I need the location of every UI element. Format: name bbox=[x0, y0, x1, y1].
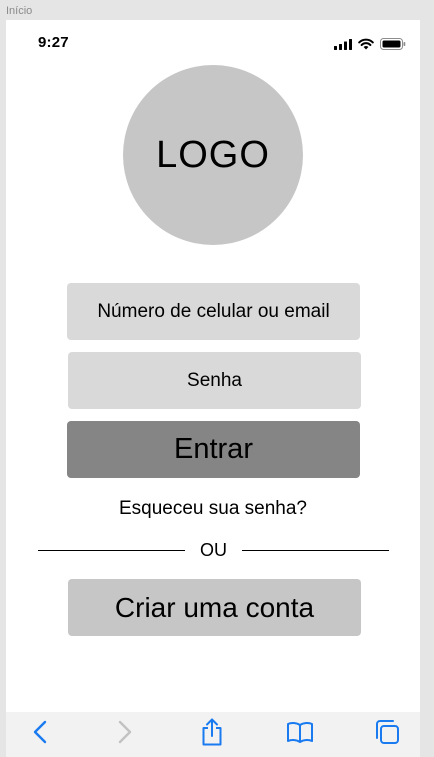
bookmarks-button[interactable] bbox=[278, 712, 322, 756]
signal-icon bbox=[334, 37, 352, 55]
forward-button[interactable] bbox=[103, 712, 147, 756]
back-icon bbox=[32, 719, 48, 750]
create-account-button[interactable]: Criar uma conta bbox=[68, 579, 361, 636]
wifi-icon bbox=[358, 37, 374, 55]
create-account-label: Criar uma conta bbox=[114, 591, 315, 623]
logo-text: LOGO bbox=[156, 133, 270, 176]
browser-toolbar bbox=[6, 712, 420, 757]
tabs-button[interactable] bbox=[365, 712, 409, 756]
password-input[interactable]: Senha bbox=[68, 352, 361, 409]
share-icon bbox=[200, 717, 224, 752]
enter-button-label: Entrar bbox=[174, 433, 253, 465]
status-time: 9:27 bbox=[38, 34, 69, 51]
divider-line-right bbox=[242, 550, 389, 551]
divider-text: OU bbox=[200, 540, 227, 560]
password-label: Senha bbox=[187, 369, 242, 391]
status-icons bbox=[334, 37, 406, 55]
forward-icon bbox=[117, 719, 133, 750]
phone-screen: 9:27 LOGO Número de celular ou email Sen… bbox=[6, 20, 420, 757]
back-button[interactable] bbox=[18, 712, 62, 756]
phone-or-email-label: Número de celular ou email bbox=[97, 300, 330, 322]
divider-line-left bbox=[38, 550, 185, 551]
forgot-password-link[interactable]: Esqueceu sua senha? bbox=[6, 498, 420, 520]
bookmarks-icon bbox=[286, 720, 314, 749]
status-bar: 9:27 bbox=[6, 20, 420, 64]
share-button[interactable] bbox=[190, 712, 234, 756]
battery-icon bbox=[380, 37, 406, 55]
frame-label: Início bbox=[6, 5, 33, 17]
tabs-icon bbox=[373, 718, 401, 751]
logo-placeholder: LOGO bbox=[123, 65, 303, 245]
enter-button[interactable]: Entrar bbox=[67, 421, 360, 478]
phone-or-email-input[interactable]: Número de celular ou email bbox=[67, 283, 360, 340]
